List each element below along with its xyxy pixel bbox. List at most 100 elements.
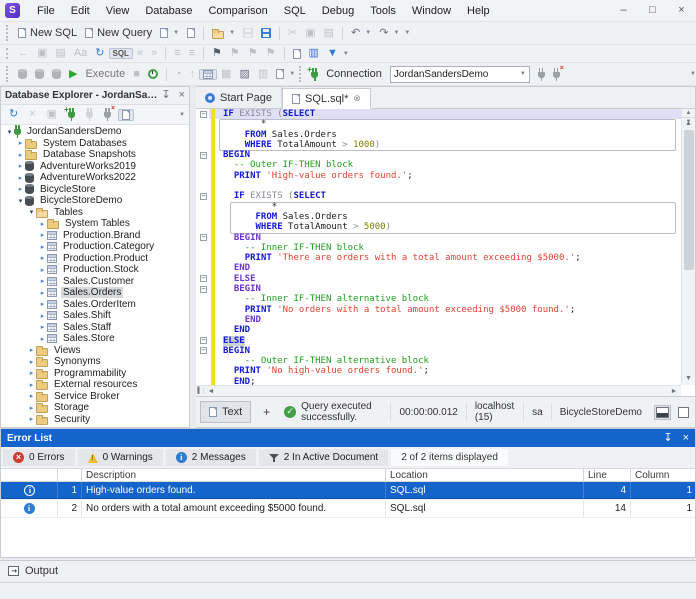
dropdown-arrow-icon[interactable]: ▼ [179,112,185,118]
tab-sql-file[interactable]: SQL.sql*⊗ [282,88,371,109]
fold-collapse-icon[interactable]: − [200,286,207,293]
close-icon[interactable]: × [683,433,689,444]
format-sql-button[interactable]: SQL [109,48,133,59]
pivot-button[interactable]: ▥ [254,68,272,81]
dropdown-arrow-icon[interactable]: ▼ [404,30,410,36]
delete-button[interactable]: × [25,108,39,121]
menu-edit[interactable]: Edit [63,2,98,20]
tree-item-connection[interactable]: ▾JordanSandersDemo [1,126,189,138]
tree-item-sales-orderitem[interactable]: ▸Sales.OrderItem [1,299,189,311]
db-restore-button[interactable] [48,68,65,80]
tree-item-production-product[interactable]: ▸Production.Product [1,253,189,265]
menu-view[interactable]: View [98,2,138,20]
tree-item-external-resources[interactable]: ▸External resources [1,379,189,391]
tree-item-sales-staff[interactable]: ▸Sales.Staff [1,322,189,334]
expand-arrow-icon[interactable]: ▸ [16,185,25,193]
export-button[interactable]: ↑ [186,68,200,81]
text-case-button[interactable]: Aa [70,47,91,60]
dropdown-arrow-icon[interactable]: ▼ [173,30,179,36]
expand-arrow-icon[interactable]: ▸ [27,346,36,354]
new-query-button[interactable]: New Query [81,26,156,40]
tree-item-production-brand[interactable]: ▸Production.Brand [1,230,189,242]
menu-debug[interactable]: Debug [314,2,362,20]
splitter-grip[interactable]: ▲▼ [682,109,695,118]
dropdown-arrow-icon[interactable]: ▼ [365,30,371,36]
vertical-scrollbar[interactable]: ▲▼ ▲ ▼ [681,109,695,385]
disconnect-button[interactable]: × [549,67,564,82]
new-connection-button[interactable]: + [307,67,322,82]
comment-button[interactable]: ≡ [170,47,184,60]
dropdown-arrow-icon[interactable]: ▼ [393,30,399,36]
fold-collapse-icon[interactable]: − [200,337,207,344]
tree-item-database-snapshots[interactable]: ▸Database Snapshots [1,149,189,161]
expand-arrow-icon[interactable]: ▸ [38,231,47,239]
splitter-grip[interactable]: ▌ [196,388,204,394]
clear-bookmarks-button[interactable]: ⚑ [262,47,280,60]
collapse-arrow-icon[interactable]: ▾ [27,208,36,216]
column-header-location[interactable]: Location [386,469,584,481]
menu-tools[interactable]: Tools [362,2,404,20]
toggle-bookmark-button[interactable]: ⚑ [208,47,226,60]
tree-item-sales-store[interactable]: ▸Sales.Store [1,333,189,345]
horizontal-scrollbar[interactable]: ▌ ◄ ► [196,385,681,396]
stop-button[interactable]: ■ [129,68,144,81]
expand-arrow-icon[interactable]: ▸ [38,266,47,274]
fold-collapse-icon[interactable]: − [200,347,207,354]
expand-arrow-icon[interactable]: ▸ [16,162,25,170]
fold-collapse-icon[interactable]: − [200,111,207,118]
close-button[interactable]: × [667,0,696,21]
filter-button[interactable]: ▼▼ [323,47,353,60]
document-outline-button[interactable] [289,48,305,60]
layout-button[interactable]: ▦ [217,68,235,81]
tree-item-system-databases[interactable]: ▸System Databases [1,138,189,150]
scrollbar-thumb[interactable] [684,130,694,270]
chart-button[interactable]: ▨ [235,68,253,81]
expand-arrow-icon[interactable]: ▸ [38,335,47,343]
single-view-button[interactable] [676,405,691,420]
expand-arrow-icon[interactable]: ▸ [16,174,25,182]
filter-warnings-button[interactable]: 0 Warnings [78,449,163,466]
copy-button[interactable]: ▣ [301,27,319,40]
scroll-left-icon[interactable]: ◄ [204,388,218,395]
filter-errors-button[interactable]: 0 Errors [3,449,75,466]
expand-arrow-icon[interactable]: ▸ [27,392,36,400]
tree-item-service-broker[interactable]: ▸Service Broker [1,391,189,403]
menu-sql[interactable]: SQL [276,2,314,20]
uncomment-button[interactable]: ≡ [185,47,199,60]
expand-arrow-icon[interactable]: ▸ [38,312,47,320]
collapse-arrow-icon[interactable]: ▾ [16,197,25,205]
toolbar-grip[interactable] [6,25,10,41]
paste-button[interactable]: ▤ [320,27,338,40]
tree-item-storage[interactable]: ▸Storage [1,402,189,414]
collapse-arrow-icon[interactable]: ▾ [5,128,14,136]
tree-item-adventureworks2022[interactable]: ▸AdventureWorks2022 [1,172,189,184]
menu-window[interactable]: Window [404,2,459,20]
pin-icon[interactable]: ↧ [161,90,170,101]
sql-code-area[interactable]: −IF EXISTS (SELECT * FROM Sales.Orders W… [196,109,681,385]
dropdown-arrow-icon[interactable]: ▼ [289,71,295,77]
tree-item-sales-customer[interactable]: ▸Sales.Customer [1,276,189,288]
code-snippets-button[interactable]: ▥ [305,47,323,60]
tree-item-synonyms[interactable]: ▸Synonyms [1,356,189,368]
connect-button[interactable] [534,67,549,82]
tree-item-tables[interactable]: ▾Tables [1,207,189,219]
tree-item-production-category[interactable]: ▸Production.Category [1,241,189,253]
disconnect-button[interactable]: × [100,107,115,122]
expand-arrow-icon[interactable]: ▸ [38,220,47,228]
tree-item-adventureworks2019[interactable]: ▸AdventureWorks2019 [1,161,189,173]
dropdown-arrow-icon[interactable]: ▼ [229,30,235,36]
maximize-button[interactable]: □ [638,0,667,21]
estimated-plan-button[interactable]: ◔ [171,68,186,81]
column-header-blank[interactable] [1,469,58,481]
new-snippet-button[interactable] [272,68,288,80]
close-icon[interactable]: × [179,90,185,101]
toolbar-grip[interactable] [299,66,303,82]
increase-indent-button[interactable]: » [147,47,161,60]
fold-collapse-icon[interactable]: − [200,234,207,241]
expand-arrow-icon[interactable]: ▸ [38,254,47,262]
filter-messages-button[interactable]: 2 Messages [166,449,256,466]
scroll-right-icon[interactable]: ► [667,388,681,395]
expand-arrow-icon[interactable]: ▸ [27,358,36,366]
result-tab-text[interactable]: Text [200,401,251,423]
pin-icon[interactable]: ↧ [663,433,672,444]
